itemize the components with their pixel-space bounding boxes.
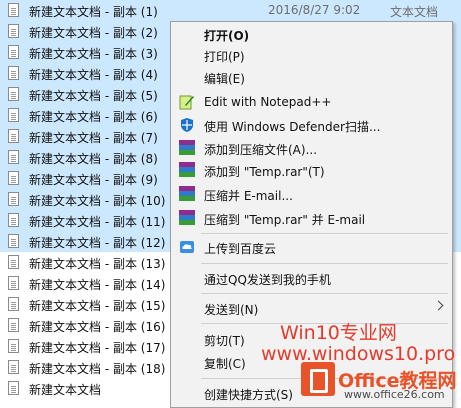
file-name: 新建文本文档 - 副本 (13) <box>29 257 166 271</box>
file-name: 新建文本文档 - 副本 (18) <box>29 362 166 376</box>
file-name: 新建文本文档 - 副本 (9) <box>29 173 158 187</box>
menu-label-defender: 使用 Windows Defender扫描... <box>204 120 381 134</box>
file-name: 新建文本文档 - 副本 (10) <box>29 194 166 208</box>
text-file-icon <box>8 87 19 101</box>
winrar-icon <box>179 140 195 156</box>
menu-label-compress-email: 压缩并 E-mail... <box>204 189 293 203</box>
text-file-icon <box>8 108 19 122</box>
menu-item-add-archive[interactable]: 添加到压缩文件(A)... <box>171 137 452 159</box>
file-name: 新建文本文档 - 副本 (15) <box>29 299 166 313</box>
menu-label-create-shortcut: 创建快捷方式(S) <box>204 388 293 402</box>
file-name: 新建文本文档 - 副本 (1) <box>29 5 158 19</box>
menu-label-upload-baidu: 上传到百度云 <box>204 242 277 256</box>
menu-item-print[interactable]: 打印(P) <box>171 44 452 66</box>
menu-label-print: 打印(P) <box>204 50 245 64</box>
menu-item-defender[interactable]: 使用 Windows Defender扫描... <box>171 114 452 136</box>
menu-label-open: 打开(O) <box>204 29 250 43</box>
text-file-icon <box>8 339 19 353</box>
file-name: 新建文本文档 <box>29 383 102 397</box>
winrar-icon <box>179 186 195 202</box>
menu-item-add-temp-rar[interactable]: 添加到 "Temp.rar"(T) <box>171 159 452 181</box>
text-file-icon <box>8 24 19 38</box>
file-date: 2016/8/27 9:02 <box>268 3 361 17</box>
watermark-win10-url: www.windows10.pro <box>261 343 456 365</box>
menu-item-open[interactable]: 打开(O) <box>171 23 452 45</box>
menu-item-edit[interactable]: 编辑(E) <box>171 66 452 88</box>
text-file-icon <box>8 318 19 332</box>
watermark-office-site: www.office26.com <box>344 388 445 401</box>
menu-separator <box>201 293 448 294</box>
menu-label-compress-temp-email: 压缩到 "Temp.rar" 并 E-mail <box>204 213 366 227</box>
text-file-icon <box>8 192 19 206</box>
text-file-icon <box>8 360 19 374</box>
text-file-icon <box>8 150 19 164</box>
menu-item-upload-baidu[interactable]: 上传到百度云 <box>171 236 452 258</box>
text-file-icon <box>8 297 19 311</box>
menu-separator <box>201 233 448 234</box>
text-file-icon <box>8 255 19 269</box>
file-name: 新建文本文档 - 副本 (17) <box>29 341 166 355</box>
menu-label-add-archive: 添加到压缩文件(A)... <box>204 143 318 157</box>
file-name: 新建文本文档 - 副本 (11) <box>29 215 166 229</box>
baidu-cloud-icon <box>180 241 194 253</box>
text-file-icon <box>8 45 19 59</box>
menu-item-send-qq[interactable]: 通过QQ发送到我的手机 <box>171 267 452 289</box>
winrar-icon <box>179 210 195 226</box>
menu-label-send-to: 发送到(N) <box>204 303 259 317</box>
notepad-plus-plus-icon <box>179 95 194 110</box>
file-name: 新建文本文档 - 副本 (12) <box>29 236 166 250</box>
text-file-icon <box>8 276 19 290</box>
file-type: 文本文档 <box>390 5 439 19</box>
menu-item-send-to[interactable]: 发送到(N) <box>171 297 452 319</box>
file-name: 新建文本文档 - 副本 (4) <box>29 68 158 82</box>
menu-label-copy: 复制(C) <box>204 357 246 371</box>
menu-item-compress-temp-email[interactable]: 压缩到 "Temp.rar" 并 E-mail <box>171 207 452 229</box>
file-name: 新建文本文档 - 副本 (16) <box>29 320 166 334</box>
menu-label-cut: 剪切(T) <box>204 334 245 348</box>
text-file-icon <box>8 234 19 248</box>
menu-label-notepadpp: Edit with Notepad++ <box>204 95 332 109</box>
office-logo-icon <box>301 362 335 396</box>
file-name: 新建文本文档 - 副本 (14) <box>29 278 166 292</box>
menu-label-send-qq: 通过QQ发送到我的手机 <box>204 273 331 287</box>
text-file-icon <box>8 171 19 185</box>
menu-separator <box>201 263 448 264</box>
text-file-icon <box>8 381 19 395</box>
chevron-right-icon <box>433 300 444 311</box>
file-name: 新建文本文档 - 副本 (3) <box>29 47 158 61</box>
file-name: 新建文本文档 - 副本 (5) <box>29 89 158 103</box>
file-row[interactable]: 新建文本文档 - 副本 (1) 2016/8/27 9:02 文本文档 <box>0 0 461 21</box>
menu-label-add-temp-rar: 添加到 "Temp.rar"(T) <box>204 165 325 179</box>
watermark-win10: Win10专业网 <box>280 322 397 344</box>
text-file-icon <box>8 3 19 17</box>
file-name: 新建文本文档 - 副本 (6) <box>29 110 158 124</box>
winrar-icon <box>179 162 195 178</box>
menu-item-notepadpp[interactable]: Edit with Notepad++ <box>171 91 452 113</box>
file-name: 新建文本文档 - 副本 (2) <box>29 26 158 40</box>
text-file-icon <box>8 129 19 143</box>
windows-defender-shield-icon <box>181 118 193 132</box>
file-name: 新建文本文档 - 副本 (8) <box>29 152 158 166</box>
text-file-icon <box>8 66 19 80</box>
menu-label-edit: 编辑(E) <box>204 72 245 86</box>
menu-item-compress-email[interactable]: 压缩并 E-mail... <box>171 183 452 205</box>
file-name: 新建文本文档 - 副本 (7) <box>29 131 158 145</box>
text-file-icon <box>8 213 19 227</box>
